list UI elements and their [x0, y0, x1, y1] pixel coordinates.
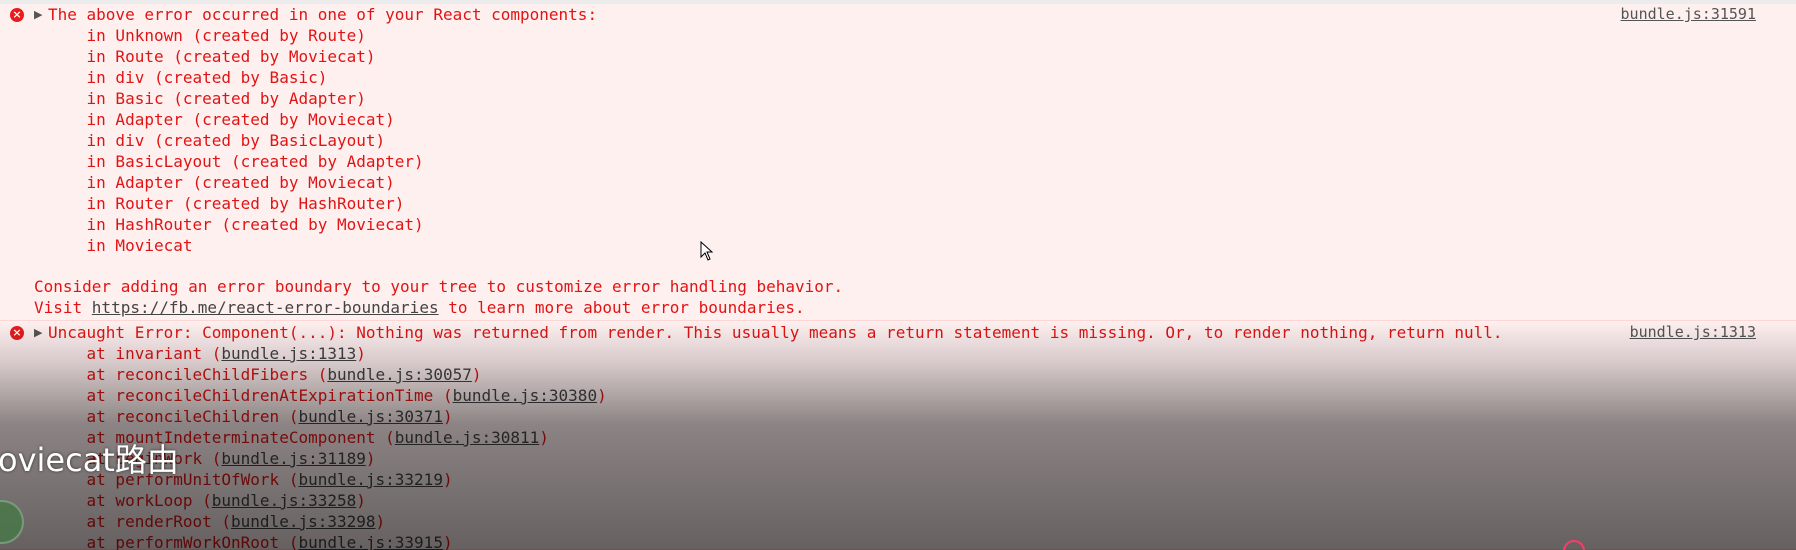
error-boundary-visit-line: Visit https://fb.me/react-error-boundari… [34, 297, 805, 318]
video-caption-text: oviecat路由 [0, 441, 179, 479]
stack-frame-function: at reconcileChildren ( [48, 407, 299, 426]
stack-frame-source-link[interactable]: bundle.js:30057 [327, 365, 472, 384]
component-stack-line: in Basic (created by Adapter) [48, 89, 366, 108]
mouse-cursor-icon [700, 241, 714, 261]
stack-frame-source-link[interactable]: bundle.js:33298 [231, 512, 376, 531]
stack-frame-suffix: ) [356, 491, 366, 510]
stack-frame: at renderRoot (bundle.js:33298) [48, 511, 386, 532]
stack-frame-function: at performWorkOnRoot ( [48, 533, 299, 550]
stack-frame: at invariant (bundle.js:1313) [48, 343, 366, 364]
stack-frame-suffix: ) [539, 428, 549, 447]
stack-frame-suffix: ) [442, 533, 453, 550]
error-boundaries-link[interactable]: https://fb.me/react-error-boundaries [92, 298, 439, 317]
devtools-console: × ▶ The above error occurred in one of y… [0, 0, 1796, 550]
component-stack-line: in Router (created by HashRouter) [48, 194, 405, 213]
stack-frame: at performWorkOnRoot (bundle.js:33915) [48, 532, 453, 550]
error-boundary-advice: Consider adding an error boundary to you… [34, 277, 844, 296]
component-stack-line: in Adapter (created by Moviecat) [48, 173, 395, 192]
visit-prefix: Visit [34, 298, 92, 317]
source-link[interactable]: bundle.js:1313 [1630, 322, 1756, 343]
stack-frame-suffix: ) [471, 365, 482, 384]
stack-frame-function: at invariant ( [48, 344, 222, 363]
stack-frame: at reconcileChildrenAtExpirationTime (bu… [48, 385, 607, 406]
error-circle-icon: × [10, 8, 24, 22]
error-summary: Uncaught Error: Component(...): Nothing … [48, 323, 1503, 342]
error-summary: The above error occurred in one of your … [48, 5, 598, 24]
stack-frame-function: at reconcileChildFibers ( [48, 365, 328, 384]
console-error-message-1[interactable]: × ▶ The above error occurred in one of y… [0, 4, 1796, 321]
stack-frame-suffix: ) [442, 470, 453, 489]
stack-frame-source-link[interactable]: bundle.js:30380 [453, 386, 598, 405]
error-circle-icon: × [10, 326, 24, 340]
source-link[interactable]: bundle.js:31591 [1621, 4, 1756, 25]
component-stack-line: in HashRouter (created by Moviecat) [48, 215, 424, 234]
stack-frame-source-link[interactable]: bundle.js:30811 [395, 428, 540, 447]
component-stack-line: in BasicLayout (created by Adapter) [48, 152, 424, 171]
stack-frame-suffix: ) [356, 344, 366, 363]
component-stack-line: in Route (created by Moviecat) [48, 47, 376, 66]
console-error-message-2[interactable]: × ▶ Uncaught Error: Component(...): Noth… [0, 321, 1796, 550]
stack-frame-source-link[interactable]: bundle.js:31189 [221, 449, 366, 468]
stack-frame: at reconcileChildFibers (bundle.js:30057… [48, 364, 482, 385]
stack-frame-function: at renderRoot ( [48, 512, 232, 531]
stack-frame-source-link[interactable]: bundle.js:33258 [212, 491, 357, 510]
stack-frame-suffix: ) [375, 512, 386, 531]
stack-frame: at reconcileChildren (bundle.js:30371) [48, 406, 453, 427]
expand-triangle-icon[interactable]: ▶ [34, 4, 42, 25]
stack-frame-suffix: ) [365, 449, 376, 468]
component-stack-line: in div (created by BasicLayout) [48, 131, 386, 150]
expand-triangle-icon[interactable]: ▶ [34, 322, 42, 343]
component-stack-line: in div (created by Basic) [48, 68, 328, 87]
stack-frame-source-link[interactable]: bundle.js:33915 [298, 533, 443, 550]
component-stack-line: in Adapter (created by Moviecat) [48, 110, 395, 129]
stack-frame-source-link[interactable]: bundle.js:1313 [221, 344, 356, 363]
component-stack-line: in Unknown (created by Route) [48, 26, 366, 45]
component-stack-line: in Moviecat [48, 236, 193, 255]
stack-frame-function: at reconcileChildrenAtExpirationTime ( [48, 386, 453, 405]
stack-frame-source-link[interactable]: bundle.js:33219 [298, 470, 443, 489]
stack-frame-source-link[interactable]: bundle.js:30371 [298, 407, 443, 426]
stack-frame: at workLoop (bundle.js:33258) [48, 490, 366, 511]
stack-frame-suffix: ) [442, 407, 453, 426]
stack-frame-suffix: ) [597, 386, 607, 405]
stack-frame-function: at workLoop ( [48, 491, 212, 510]
visit-suffix: to learn more about error boundaries. [438, 298, 805, 317]
